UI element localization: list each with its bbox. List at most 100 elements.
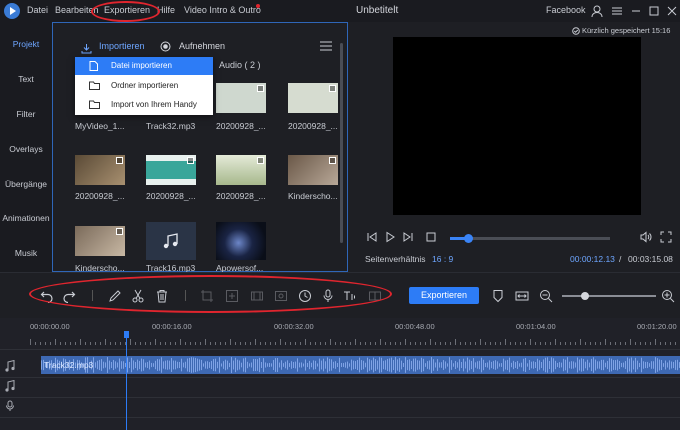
playback-progress-track[interactable]: [450, 237, 610, 240]
video-thumbnail[interactable]: [216, 222, 266, 260]
tab-overlays[interactable]: Overlays: [0, 144, 52, 154]
track-row-empty: [0, 417, 680, 430]
waveform-bar: [429, 360, 430, 370]
waveform-bar: [369, 359, 370, 371]
waveform-bar: [597, 361, 598, 369]
playback-progress-knob[interactable]: [463, 234, 473, 243]
ruler-tick: [280, 339, 281, 345]
audio-clip[interactable]: [41, 356, 680, 374]
tab-musik[interactable]: Musik: [0, 248, 52, 258]
marker-icon[interactable]: [491, 289, 505, 303]
folder-icon: [89, 100, 100, 109]
video-preview[interactable]: [393, 37, 641, 215]
music-track-icon: [5, 380, 15, 392]
tab-text[interactable]: Text: [0, 74, 52, 84]
media-thumbnail[interactable]: [75, 226, 125, 256]
menu-video-intro-outro[interactable]: Video Intro & Outro: [184, 5, 261, 15]
waveform-bar: [177, 361, 178, 369]
annotation-circle-menu: [91, 1, 160, 22]
playhead-handle[interactable]: [124, 331, 129, 338]
waveform-bar: [571, 361, 572, 369]
media-thumbnail[interactable]: [146, 155, 196, 185]
zoom-in-icon[interactable]: [661, 289, 675, 303]
ruler-tick: [185, 342, 186, 345]
maximize-icon[interactable]: [647, 4, 661, 18]
fullscreen-icon[interactable]: [660, 231, 672, 243]
waveform-bar: [211, 360, 212, 370]
record-button[interactable]: Aufnehmen: [179, 41, 225, 51]
waveform-bar: [533, 361, 534, 369]
waveform-bar: [661, 359, 662, 371]
previous-frame-icon[interactable]: [366, 231, 378, 243]
zoom-out-icon[interactable]: [539, 289, 553, 303]
tab-uebergaenge[interactable]: Übergänge: [0, 179, 52, 189]
waveform-bar: [223, 361, 224, 369]
ruler-tick: [255, 339, 256, 345]
waveform-bar: [467, 357, 468, 373]
select-checkbox[interactable]: [329, 85, 336, 92]
media-thumbnail[interactable]: [216, 155, 266, 185]
ruler-tick: [580, 339, 581, 345]
waveform-bar: [495, 360, 496, 370]
media-thumbnail[interactable]: [288, 155, 338, 185]
timeline-ruler[interactable]: [30, 337, 680, 345]
ruler-tick: [260, 342, 261, 345]
select-checkbox[interactable]: [187, 157, 194, 164]
waveform-bar: [559, 362, 560, 368]
menu-datei[interactable]: Datei: [27, 5, 48, 15]
ruler-tick: [135, 342, 136, 345]
ruler-tick: [475, 342, 476, 345]
playhead[interactable]: [126, 332, 127, 430]
ruler-tick: [145, 342, 146, 345]
play-icon[interactable]: [384, 231, 396, 243]
select-checkbox[interactable]: [329, 157, 336, 164]
facebook-link[interactable]: Facebook: [546, 5, 586, 15]
waveform-bar: [455, 360, 456, 370]
minimize-icon[interactable]: [629, 4, 643, 18]
media-thumbnail[interactable]: [216, 83, 266, 113]
close-icon[interactable]: [665, 4, 679, 18]
import-button[interactable]: Importieren: [99, 41, 145, 51]
tab-projekt[interactable]: Projekt: [0, 39, 52, 49]
select-checkbox[interactable]: [116, 157, 123, 164]
media-thumbnail[interactable]: [288, 83, 338, 113]
waveform-bar: [225, 359, 226, 371]
tab-audio[interactable]: Audio ( 2 ): [219, 60, 261, 70]
fit-timeline-icon[interactable]: [515, 289, 529, 303]
dropdown-item-datei-importieren[interactable]: Datei importieren: [75, 57, 213, 75]
list-view-icon[interactable]: [320, 41, 332, 51]
ruler-tick: [65, 342, 66, 345]
waveform-bar: [431, 357, 432, 373]
user-icon[interactable]: [590, 4, 604, 18]
menu-icon[interactable]: [610, 4, 624, 18]
volume-icon[interactable]: [640, 231, 652, 243]
media-thumbnail[interactable]: [75, 155, 125, 185]
aspect-ratio-value[interactable]: 16 : 9: [432, 254, 453, 264]
zoom-slider-track[interactable]: [562, 295, 656, 297]
ruler-tick: [555, 339, 556, 345]
waveform-bar: [311, 362, 312, 368]
ruler-label: 00:01:20.00: [637, 322, 677, 331]
ruler-tick: [60, 342, 61, 345]
dropdown-item-import-handy[interactable]: Import von Ihrem Handy: [75, 96, 213, 114]
waveform-bar: [607, 360, 608, 370]
select-checkbox[interactable]: [257, 85, 264, 92]
import-icon[interactable]: [81, 43, 92, 54]
stop-icon[interactable]: [425, 231, 437, 243]
tab-filter[interactable]: Filter: [0, 109, 52, 119]
audio-thumbnail[interactable]: [146, 222, 196, 260]
waveform-bar: [637, 360, 638, 370]
media-scrollbar[interactable]: [340, 43, 343, 243]
select-checkbox[interactable]: [116, 228, 123, 235]
export-button[interactable]: Exportieren: [409, 287, 479, 304]
waveform-bar: [313, 360, 314, 370]
waveform-bar: [301, 362, 302, 368]
dropdown-item-ordner-importieren[interactable]: Ordner importieren: [75, 77, 213, 95]
select-checkbox[interactable]: [257, 157, 264, 164]
tab-animationen[interactable]: Animationen: [0, 213, 52, 223]
record-icon[interactable]: [160, 41, 171, 52]
zoom-slider-knob[interactable]: [580, 292, 589, 300]
next-frame-icon[interactable]: [402, 231, 414, 243]
audio-clip-label: Track32.mp3: [44, 360, 94, 370]
waveform-bar: [365, 362, 366, 368]
